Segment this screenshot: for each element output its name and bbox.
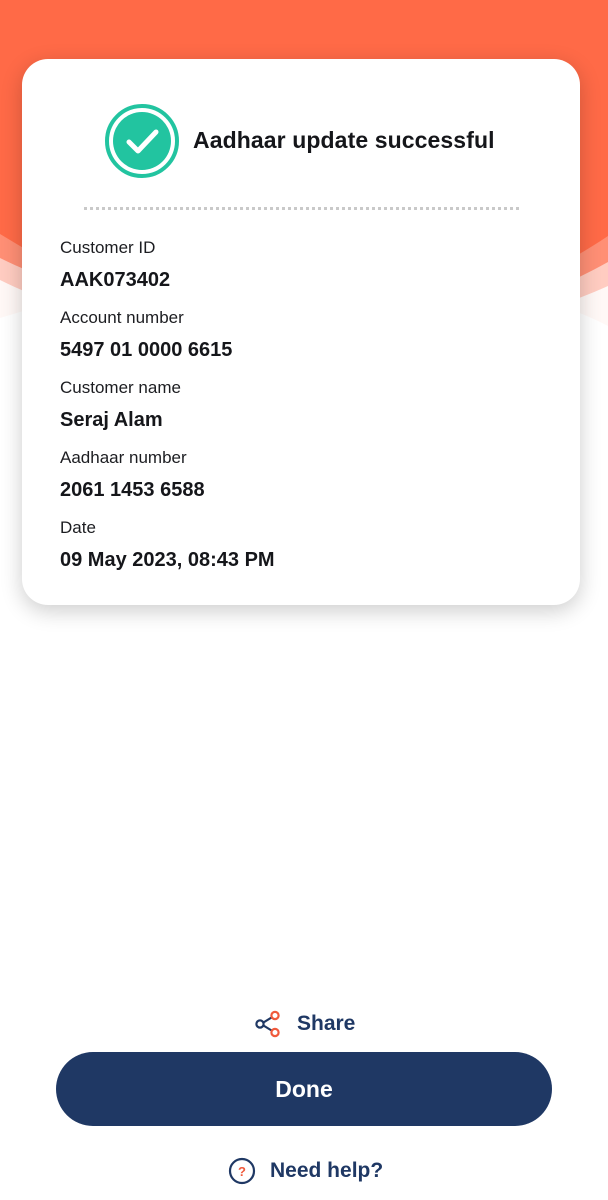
date-value: 09 May 2023, 08:43 PM	[60, 549, 275, 571]
done-button[interactable]: Done	[56, 1052, 552, 1126]
account-number-label: Account number	[60, 308, 184, 327]
date-label: Date	[60, 518, 96, 537]
aadhaar-number-value: 2061 1453 6588	[60, 479, 205, 501]
customer-name-value: Seraj Alam	[60, 409, 163, 431]
share-icon	[255, 1010, 280, 1038]
aadhaar-number-label: Aadhaar number	[60, 448, 187, 467]
account-number-value: 5497 01 0000 6615	[60, 339, 233, 361]
customer-id-label: Customer ID	[60, 238, 156, 257]
need-help-label: Need help?	[270, 1159, 384, 1182]
customer-name-label: Customer name	[60, 378, 181, 397]
customer-id-value: AAK073402	[60, 269, 171, 291]
confirmation-card: Aadhaar update successful Customer ID AA…	[22, 59, 580, 605]
success-title: Aadhaar update successful	[193, 127, 495, 153]
share-label: Share	[297, 1012, 356, 1035]
svg-text:?: ?	[238, 1164, 246, 1179]
divider	[84, 207, 519, 210]
share-button[interactable]: Share	[254, 1006, 355, 1042]
check-circle-icon	[105, 104, 179, 178]
question-circle-icon: ?	[228, 1157, 256, 1185]
need-help-link[interactable]: ? Need help?	[228, 1154, 383, 1188]
